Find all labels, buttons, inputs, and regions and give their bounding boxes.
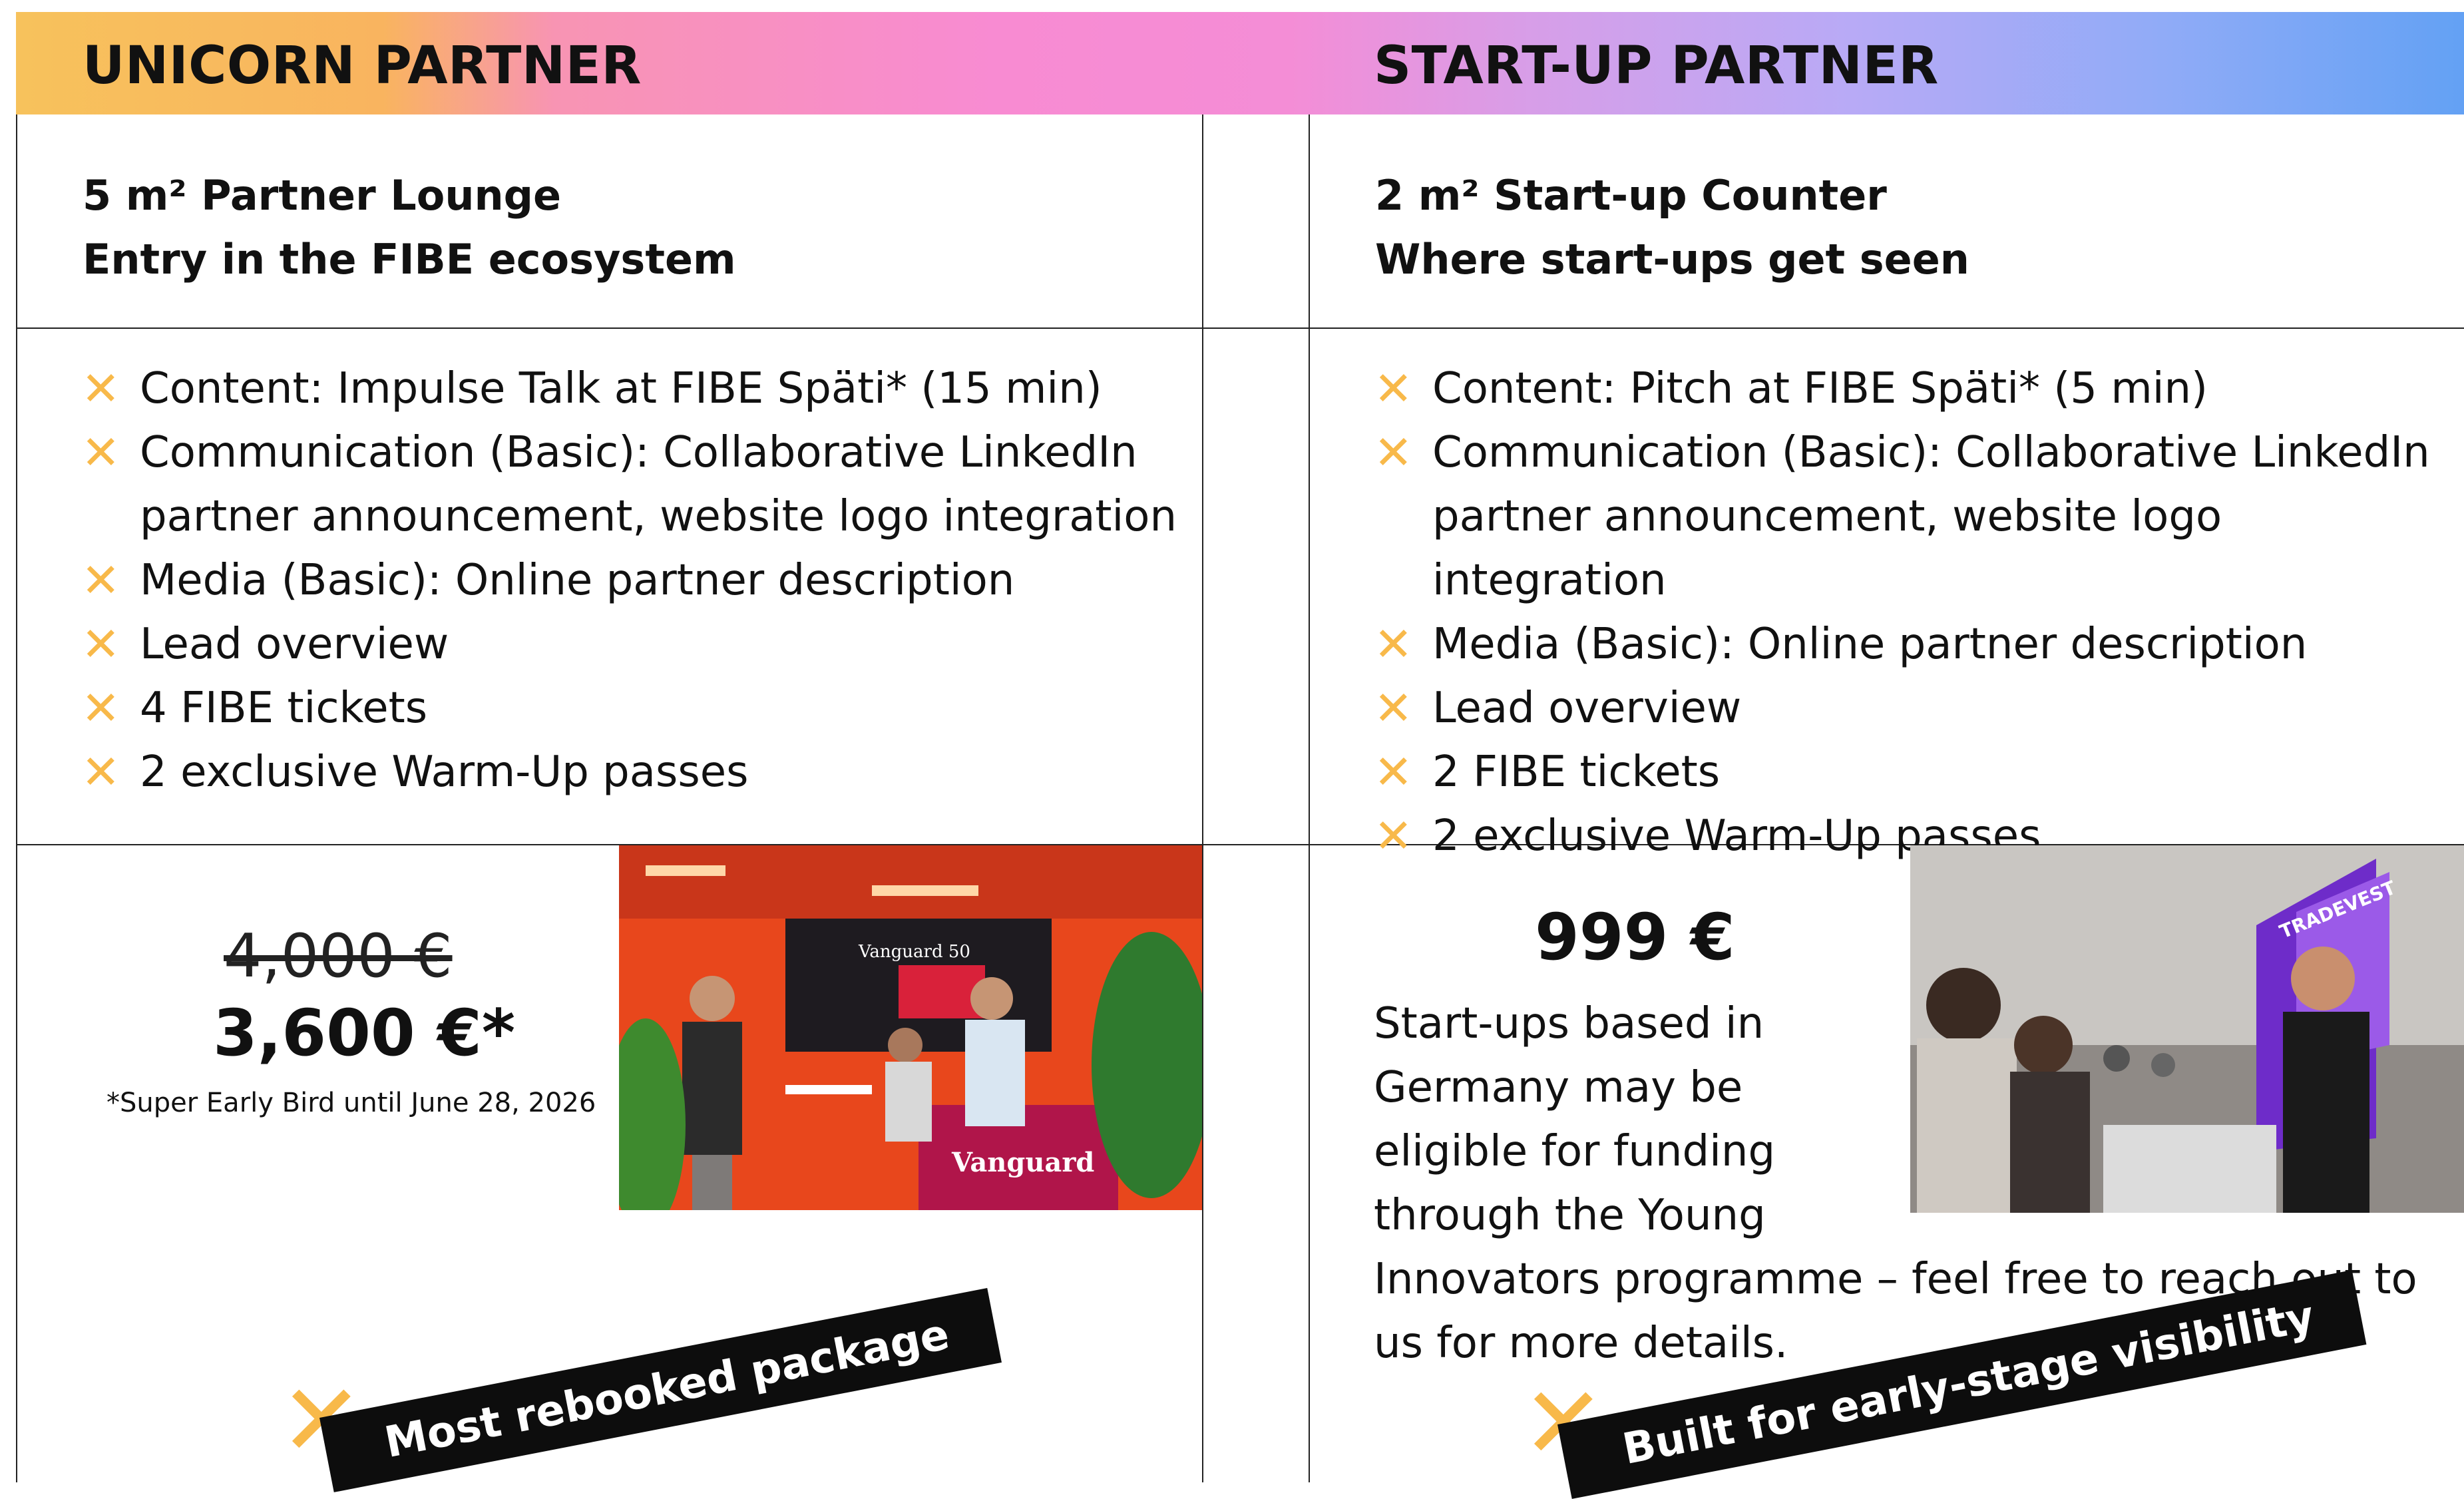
list-item: ✕ Communication (Basic): Collaborative Li… — [81, 421, 1186, 548]
row-divider-1 — [16, 327, 2464, 329]
list-item: ✕ Media (Basic): Online partner descripti… — [1374, 612, 2452, 676]
svg-text:Vanguard: Vanguard — [951, 1147, 1094, 1178]
x-mark-icon: ✕ — [1374, 745, 1413, 799]
x-mark-icon: ✕ — [81, 361, 120, 416]
x-mark-icon: ✕ — [81, 617, 120, 672]
startup-feature-list: ✕ Content: Pitch at FIBE Späti* (5 min) ✕… — [1374, 357, 2452, 868]
list-item: ✕ Content: Impulse Talk at FIBE Späti* (1… — [81, 357, 1186, 421]
unicorn-subtitle-line2: Entry in the FIBE ecosystem — [83, 235, 736, 284]
table-border-left — [16, 114, 17, 1482]
unicorn-subtitle-line1: 5 m² Partner Lounge — [83, 171, 562, 220]
x-mark-icon: ✕ — [81, 745, 120, 799]
list-item: ✕ Communication (Basic): Collaborative Li… — [1374, 421, 2452, 612]
unicorn-subtitle: 5 m² Partner Lounge Entry in the FIBE ec… — [83, 164, 736, 292]
x-mark-icon: ✕ — [1374, 617, 1413, 672]
x-mark-icon: ✕ — [1374, 361, 1413, 416]
startup-price: 999 € — [1535, 900, 1735, 974]
x-mark-icon: ✕ — [1374, 681, 1413, 736]
startup-photo-illustration: TRADEVEST — [1910, 845, 2464, 1213]
x-mark-icon: ✕ — [1374, 425, 1413, 480]
startup-booth-photo: TRADEVEST — [1910, 845, 2464, 1213]
booth-sign-text: Vanguard 50 — [858, 942, 970, 962]
list-item: ✕ Content: Pitch at FIBE Späti* (5 min) — [1374, 357, 2452, 421]
unicorn-ribbon: Most rebooked package — [319, 1288, 1002, 1492]
x-mark-icon: ✕ — [81, 553, 120, 608]
list-item: ✕ Media (Basic): Online partner descripti… — [81, 548, 1186, 612]
list-item: ✕ 2 exclusive Warm-Up passes — [81, 740, 1186, 804]
list-item: ✕ 4 FIBE tickets — [81, 676, 1186, 740]
table-border-mid-left — [1202, 114, 1203, 1482]
unicorn-title: UNICORN PARTNER — [83, 36, 642, 96]
x-mark-icon: ✕ — [81, 681, 120, 736]
startup-subtitle: 2 m² Start-up Counter Where start-ups ge… — [1375, 164, 1969, 292]
startup-title: START-UP PARTNER — [1374, 36, 1939, 96]
unicorn-price: 3,600 €* — [213, 996, 516, 1070]
table-border-mid-right — [1309, 114, 1310, 1482]
header-band: UNICORN PARTNER START-UP PARTNER — [16, 12, 2464, 114]
booth-photo-illustration: Vanguard 50 Vanguard — [619, 845, 1202, 1210]
unicorn-price-note: *Super Early Bird until June 28, 2026 — [106, 1088, 596, 1118]
list-item: ✕ Lead overview — [81, 612, 1186, 676]
list-item: ✕ Lead overview — [1374, 676, 2452, 740]
list-item: ✕ 2 FIBE tickets — [1374, 740, 2452, 804]
startup-subtitle-line1: 2 m² Start-up Counter — [1375, 171, 1887, 220]
unicorn-booth-photo: Vanguard 50 Vanguard — [619, 845, 1202, 1210]
x-mark-icon: ✕ — [1374, 809, 1413, 863]
unicorn-old-price: 4,000 € — [224, 921, 453, 991]
unicorn-feature-list: ✕ Content: Impulse Talk at FIBE Späti* (1… — [81, 357, 1186, 804]
x-mark-icon: ✕ — [81, 425, 120, 480]
startup-subtitle-line2: Where start-ups get seen — [1375, 235, 1969, 284]
